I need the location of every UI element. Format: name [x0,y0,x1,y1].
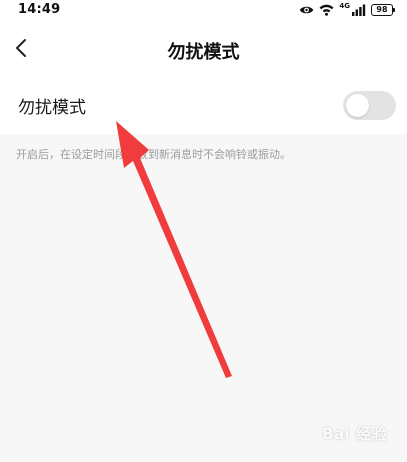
watermark: Bai 经验 [322,425,387,443]
battery-icon: 98 [371,4,395,16]
status-time: 14:49 [18,2,61,17]
battery-level: 98 [376,5,388,14]
status-icons: 4G 98 [299,2,395,17]
page-title: 勿扰模式 [167,42,240,63]
wifi-icon [319,4,334,16]
toggle-knob [346,94,369,117]
do-not-disturb-row: 勿扰模式 [0,76,407,134]
title-bar: 勿扰模式 [0,22,407,76]
setting-description: 开启后，在设定时间段内收到新消息时不会响铃或振动。 [16,148,291,161]
setting-label: 勿扰模式 [18,98,86,118]
network-type-label: 4G [339,2,350,10]
eye-icon [299,4,314,16]
do-not-disturb-toggle[interactable] [343,91,396,120]
status-bar: 14:49 4G 98 [0,0,407,22]
signal-icon [352,4,366,16]
